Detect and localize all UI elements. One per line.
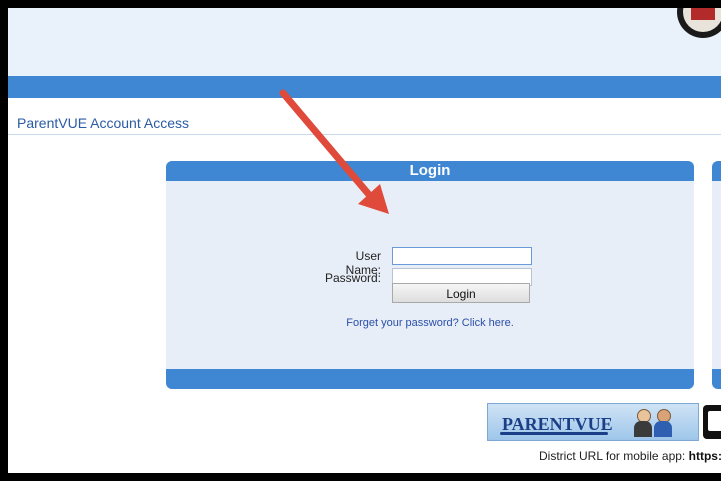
page-title: ParentVUE Account Access (17, 115, 189, 131)
login-panel: Login User Name: Password: Login Forget … (166, 161, 694, 389)
browser-viewport: ParentVUE Account Access Login User Name… (8, 8, 721, 473)
login-panel-footer (166, 369, 694, 389)
top-banner (8, 8, 721, 76)
login-button[interactable]: Login (392, 283, 530, 303)
nav-bar (8, 76, 721, 98)
side-panel (712, 161, 721, 389)
district-crest-icon (677, 8, 721, 38)
login-panel-title: Login (166, 161, 694, 181)
district-url-value: https: (688, 449, 721, 463)
forgot-password-link[interactable]: Forget your password? Click here. (166, 317, 694, 329)
mobile-app-icon[interactable] (703, 405, 721, 439)
logo-swoosh (500, 432, 608, 435)
password-label: Password: (324, 271, 381, 285)
username-input[interactable] (392, 247, 532, 265)
district-url-label: District URL for mobile app: (539, 449, 686, 463)
page-header: ParentVUE Account Access (8, 98, 721, 135)
parentvue-logo[interactable]: PARENTVUE (487, 403, 699, 441)
district-url-text: District URL for mobile app: https: (539, 449, 721, 463)
